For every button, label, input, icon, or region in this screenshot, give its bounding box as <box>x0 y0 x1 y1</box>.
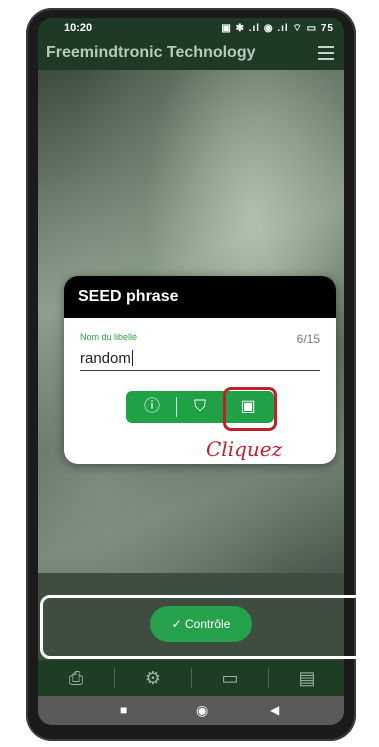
cliquez-annotation: Cliquez <box>206 437 283 461</box>
input-value: random <box>80 350 131 367</box>
bottom-nav-bar: ⎙ ⚙ ▭ ▤ <box>38 660 344 696</box>
input-underline <box>80 370 320 371</box>
gear-icon: ⚙ <box>144 668 162 688</box>
status-time: 10:20 <box>64 22 93 34</box>
recent-apps-icon[interactable]: ■ <box>120 696 127 725</box>
app-bar: Freemindtronic Technology <box>38 40 344 70</box>
document-search-icon: ▤ <box>298 668 316 688</box>
shield-check-icon: ⛉ <box>193 398 206 415</box>
controle-highlight-box <box>40 595 369 659</box>
hamburger-menu-icon[interactable] <box>318 46 334 60</box>
info-icon: ⓘ <box>143 398 160 415</box>
shield-button[interactable]: ⛉ <box>178 391 222 423</box>
devices-icon: ▭ <box>221 668 239 688</box>
back-icon[interactable]: ◀ <box>270 696 279 725</box>
text-caret <box>131 350 133 366</box>
nav-settings[interactable]: ⚙ <box>115 660 191 696</box>
status-icons: ▣ ✱ .ıl ◉ .ıl ⌔ ▭ 75 <box>221 23 334 34</box>
nav-documents[interactable]: ▤ <box>269 660 344 696</box>
status-bar: 10:20 ▣ ✱ .ıl ◉ .ıl ⌔ ▭ 75 <box>38 18 344 40</box>
info-button[interactable]: ⓘ <box>130 391 174 423</box>
nav-printer[interactable]: ⎙ <box>38 660 114 696</box>
field-counter: 6/15 <box>296 332 320 346</box>
system-nav-bar: ■ ◉ ◀ <box>38 696 344 725</box>
nav-devices[interactable]: ▭ <box>192 660 268 696</box>
save-highlight-box <box>223 387 277 431</box>
label-name-input[interactable]: random <box>80 350 133 367</box>
seed-phrase-dialog: SEED phrase Nom du libellé 6/15 random ⓘ… <box>64 276 336 464</box>
printer-icon: ⎙ <box>68 668 84 688</box>
app-title: Freemindtronic Technology <box>46 44 256 61</box>
dialog-title: SEED phrase <box>64 276 336 318</box>
home-icon[interactable]: ◉ <box>196 696 208 725</box>
button-separator <box>176 397 177 417</box>
field-label: Nom du libellé <box>80 332 138 342</box>
